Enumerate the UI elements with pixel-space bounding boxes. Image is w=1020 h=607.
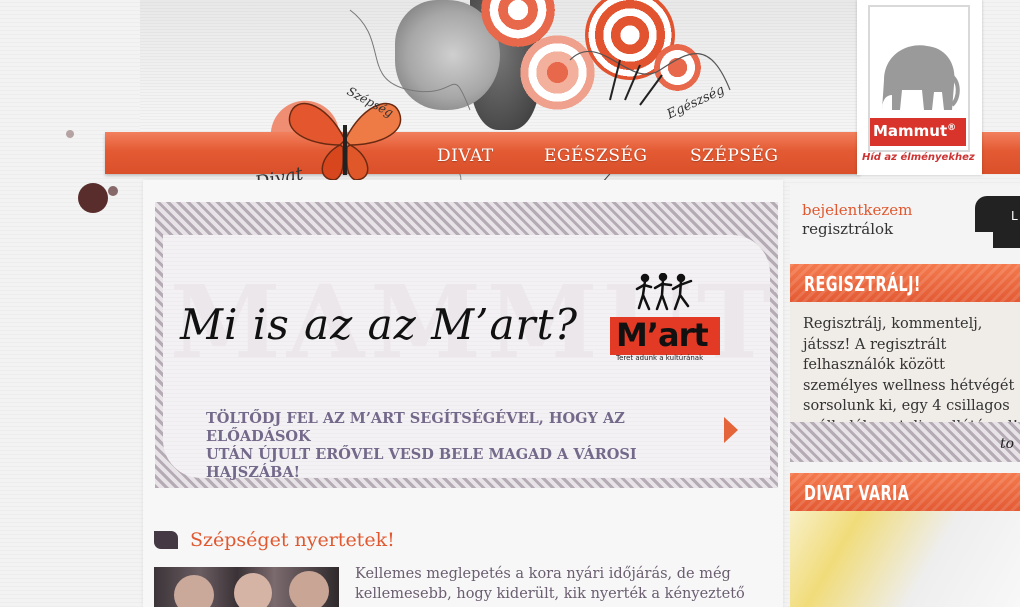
mart-logo-text: M’art [616, 316, 709, 354]
register-box-title[interactable]: REGISZTRÁLJ! [804, 272, 921, 296]
banner-subtitle-line-2: UTÁN ÚJULT ERŐVEL VESD BELE MAGAD A VÁRO… [206, 446, 637, 481]
logo-tagline: Híd az élményekhez [862, 152, 975, 163]
login-button-label: L [1011, 209, 1018, 223]
nav-item-szepseg[interactable]: SZÉPSÉG [690, 146, 778, 166]
mammoth-icon [882, 45, 960, 111]
nav-item-egeszseg[interactable]: EGÉSZSÉG [544, 146, 648, 166]
mart-logo-tagline: Teret adunk a kultúrának [616, 354, 704, 362]
article-thumbnail[interactable] [154, 567, 339, 607]
banner-arrow-icon[interactable] [724, 417, 738, 443]
divat-varia-image[interactable] [790, 511, 1020, 607]
thumbnail-face [234, 573, 272, 607]
ink-splatter [78, 183, 108, 213]
nav-item-divat[interactable]: DIVAT [437, 146, 494, 166]
thumbnail-face [289, 571, 329, 607]
navigation-bar-end [980, 132, 1020, 174]
register-box-footer-link[interactable]: to [1000, 436, 1014, 452]
banner-subtitle-line-1: TÖLTŐDJ FEL AZ M’ART SEGÍTSÉGÉVEL, HOGY … [206, 410, 625, 445]
section-bullet-icon [154, 531, 178, 549]
register-box-footer [790, 422, 1020, 462]
logo-brand-text: Mammut [873, 122, 948, 140]
banner-title: Mi is az az M’art? [180, 300, 579, 349]
ink-splatter [66, 130, 74, 138]
login-link[interactable]: bejelentkezem [802, 201, 912, 219]
login-button-notch [975, 232, 993, 248]
article-excerpt: Kellemes meglepetés a kora nyári időjárá… [355, 566, 745, 602]
register-box-text: Regisztrálj, kommentelj, játssz! A regis… [803, 316, 1018, 435]
ink-splatter [108, 186, 118, 196]
divat-varia-title[interactable]: DIVAT VARIA [804, 481, 909, 505]
thumbnail-face [174, 575, 214, 607]
register-link[interactable]: regisztrálok [802, 220, 893, 238]
article-title[interactable]: Szépséget nyertetek! [190, 529, 395, 551]
banner-subtitle: TÖLTŐDJ FEL AZ M’ART SEGÍTSÉGÉVEL, HOGY … [206, 410, 718, 482]
dancers-icon [635, 273, 693, 311]
logo-registered-mark: ® [947, 123, 957, 133]
logo-brand-name: Mammut® [873, 122, 956, 140]
